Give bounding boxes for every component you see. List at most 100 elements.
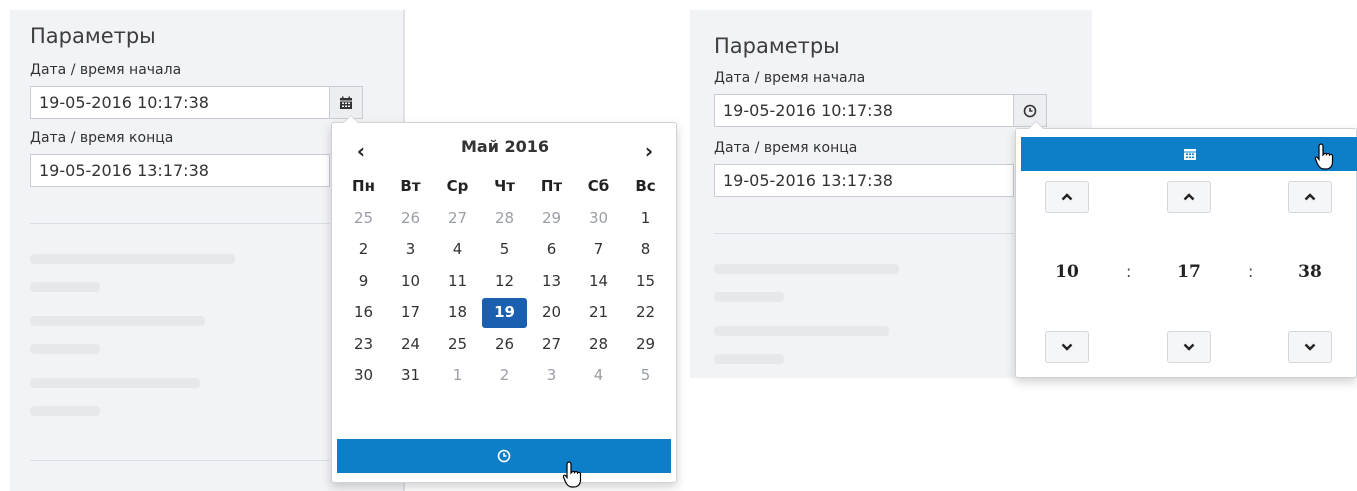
- day-cell[interactable]: 26: [387, 203, 434, 235]
- next-month-button[interactable]: ›: [634, 137, 664, 165]
- timepicker-popup: 10 : 17 : 38: [1015, 121, 1357, 378]
- end-datetime-input[interactable]: 19-05-2016 13:17:38: [714, 164, 1014, 197]
- calendar-icon: [340, 96, 352, 109]
- day-cell[interactable]: 25: [434, 329, 481, 361]
- hand-cursor-icon: [562, 461, 582, 488]
- obscured-text: [30, 282, 100, 292]
- obscured-text: [714, 354, 784, 364]
- day-cell[interactable]: 3: [387, 234, 434, 266]
- weekday-header: Пн: [352, 177, 375, 195]
- clock-icon: [1023, 104, 1037, 117]
- increment-hours-button[interactable]: [1045, 181, 1089, 213]
- obscured-text: [714, 326, 889, 336]
- seconds-value[interactable]: 38: [1286, 262, 1334, 282]
- day-cell[interactable]: 1: [622, 203, 669, 235]
- end-datetime-input[interactable]: 19-05-2016 13:17:38: [30, 154, 330, 187]
- datepicker-popup: ‹ Май 2016 › Пн Вт Ср Чт Пт Сб Вс 25 26 27 28 29 30 1…: [331, 115, 678, 483]
- day-cell[interactable]: 15: [622, 266, 669, 298]
- day-cell[interactable]: 4: [575, 360, 622, 392]
- weekday-header: Вс: [635, 177, 656, 195]
- weekday-header: Ср: [446, 177, 469, 195]
- second-up-col: [1286, 181, 1334, 213]
- day-cell[interactable]: 5: [622, 360, 669, 392]
- day-cell[interactable]: 24: [387, 329, 434, 361]
- switch-to-time-button[interactable]: [337, 439, 671, 473]
- popup-caret: [1028, 121, 1044, 129]
- chevron-up-icon: [1304, 193, 1316, 201]
- day-cell[interactable]: 7: [575, 234, 622, 266]
- weekday-header: Пт: [540, 177, 563, 195]
- obscured-text: [30, 254, 235, 264]
- obscured-text: [30, 378, 200, 388]
- day-cell[interactable]: 1: [434, 360, 481, 392]
- day-cell[interactable]: 9: [340, 266, 387, 298]
- day-cell[interactable]: 27: [434, 203, 481, 235]
- calendar-icon: [1183, 149, 1196, 160]
- switch-to-calendar-button[interactable]: [1021, 137, 1357, 171]
- calendar-grid: Пн Вт Ср Чт Пт Сб Вс 25 26 27 28 29 30 1 2 3 4 5 6 7 8 9 10 11 1…: [340, 171, 672, 392]
- day-cell[interactable]: 29: [528, 203, 575, 235]
- chevron-up-icon: [1061, 193, 1073, 201]
- day-cell[interactable]: 21: [575, 297, 622, 329]
- day-cell[interactable]: 23: [340, 329, 387, 361]
- divider: [714, 233, 1014, 234]
- day-cell[interactable]: 5: [481, 234, 528, 266]
- day-cell[interactable]: 4: [434, 234, 481, 266]
- start-datetime-input[interactable]: 19-05-2016 10:17:38: [714, 94, 1014, 127]
- hour-down-col: [1043, 331, 1091, 363]
- day-cell[interactable]: 20: [528, 297, 575, 329]
- day-cell[interactable]: 26: [481, 329, 528, 361]
- day-cell[interactable]: 17: [387, 297, 434, 329]
- increment-minutes-button[interactable]: [1167, 181, 1211, 213]
- day-cell[interactable]: 2: [340, 234, 387, 266]
- day-cell[interactable]: 30: [575, 203, 622, 235]
- day-cell[interactable]: 11: [434, 266, 481, 298]
- panel-title: Параметры: [714, 34, 840, 58]
- day-cell[interactable]: 28: [575, 329, 622, 361]
- day-cell[interactable]: 25: [340, 203, 387, 235]
- day-cell[interactable]: 29: [622, 329, 669, 361]
- time-separator: :: [1248, 262, 1254, 281]
- obscured-text: [30, 316, 205, 326]
- minutes-value[interactable]: 17: [1165, 262, 1213, 282]
- selected-day-cell[interactable]: 19: [481, 297, 528, 329]
- obscured-text: [714, 264, 899, 274]
- chevron-down-icon: [1061, 343, 1073, 351]
- decrement-hours-button[interactable]: [1045, 331, 1089, 363]
- start-datetime-label: Дата / время начала: [30, 62, 182, 78]
- day-cell[interactable]: 14: [575, 266, 622, 298]
- weekday-header: Сб: [587, 177, 610, 195]
- day-cell[interactable]: 6: [528, 234, 575, 266]
- increment-seconds-button[interactable]: [1288, 181, 1332, 213]
- day-cell[interactable]: 18: [434, 297, 481, 329]
- start-datetime-label: Дата / время начала: [714, 70, 866, 86]
- chevron-down-icon: [1304, 343, 1316, 351]
- day-cell[interactable]: 2: [481, 360, 528, 392]
- panel-title: Параметры: [30, 24, 156, 48]
- day-cell[interactable]: 22: [622, 297, 669, 329]
- obscured-text: [714, 292, 784, 302]
- hours-value[interactable]: 10: [1043, 262, 1091, 282]
- day-cell[interactable]: 28: [481, 203, 528, 235]
- chevron-up-icon: [1183, 193, 1195, 201]
- month-title[interactable]: Май 2016: [332, 137, 678, 156]
- weekday-header: Чт: [494, 177, 515, 195]
- day-cell[interactable]: 16: [340, 297, 387, 329]
- day-cell[interactable]: 31: [387, 360, 434, 392]
- popup-caret: [343, 115, 359, 123]
- day-cell[interactable]: 12: [481, 266, 528, 298]
- clock-icon: [497, 449, 511, 463]
- decrement-seconds-button[interactable]: [1288, 331, 1332, 363]
- time-separator: :: [1126, 262, 1132, 281]
- start-datetime-input[interactable]: 19-05-2016 10:17:38: [30, 86, 330, 119]
- day-cell[interactable]: 3: [528, 360, 575, 392]
- day-cell[interactable]: 8: [622, 234, 669, 266]
- obscured-text: [30, 344, 100, 354]
- day-cell[interactable]: 30: [340, 360, 387, 392]
- day-cell[interactable]: 27: [528, 329, 575, 361]
- decrement-minutes-button[interactable]: [1167, 331, 1211, 363]
- day-cell[interactable]: 13: [528, 266, 575, 298]
- end-datetime-label: Дата / время конца: [714, 140, 858, 156]
- weekday-header: Вт: [400, 177, 421, 195]
- day-cell[interactable]: 10: [387, 266, 434, 298]
